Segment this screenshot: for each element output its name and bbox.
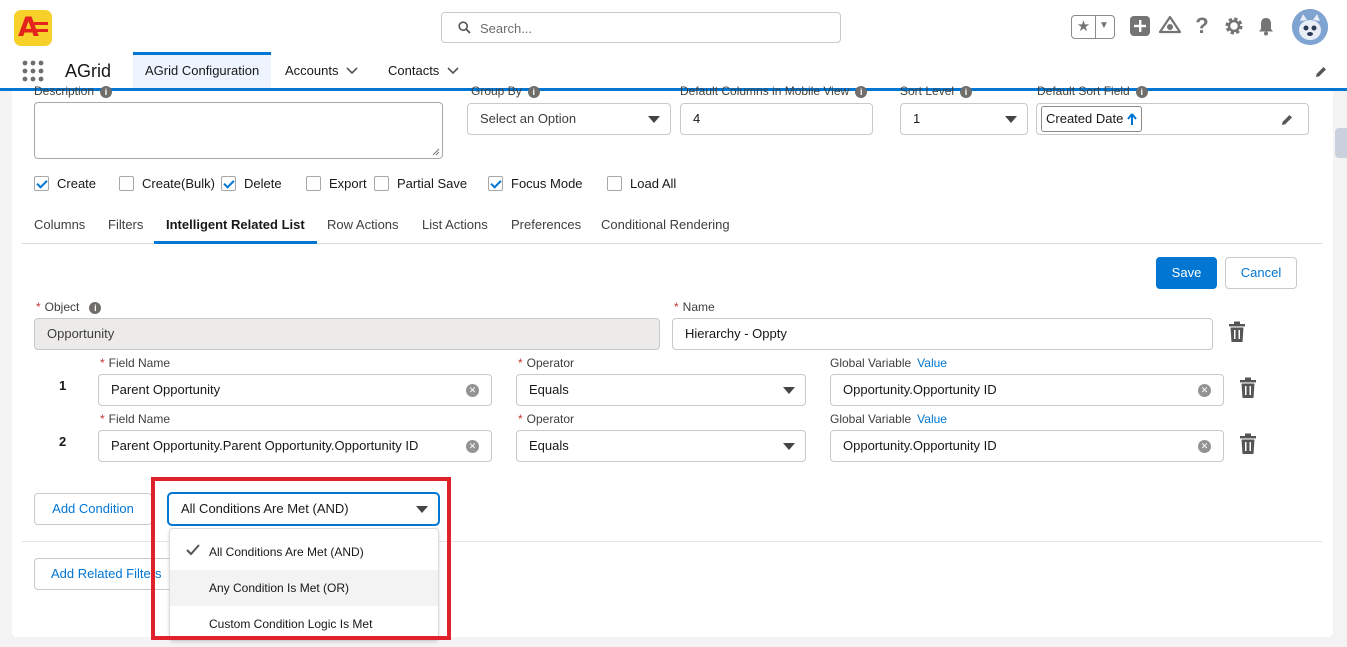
search-icon <box>458 21 471 34</box>
clear-icon[interactable]: ✕ <box>1198 384 1211 397</box>
app-name: AGrid <box>65 61 112 81</box>
value-link[interactable]: Value <box>917 412 947 426</box>
search-input[interactable] <box>480 18 820 38</box>
field-name-input[interactable]: Parent Opportunity.Parent Opportunity.Op… <box>98 430 492 462</box>
checkbox-export[interactable]: Export <box>306 175 367 193</box>
checkbox-partial-save[interactable]: Partial Save <box>374 175 467 193</box>
group-by-label: Group By i <box>471 84 540 98</box>
caret-down-icon <box>416 506 428 513</box>
edit-icon[interactable] <box>1280 113 1294 127</box>
name-input[interactable]: Hierarchy - Oppty <box>672 318 1213 350</box>
caret-down-icon <box>648 116 660 123</box>
checkbox-create-bulk[interactable]: Create(Bulk) <box>119 175 215 193</box>
condition-logic-listbox: All Conditions Are Met (AND) Any Conditi… <box>169 528 439 640</box>
info-icon: i <box>960 85 973 98</box>
info-icon: i <box>1135 85 1148 98</box>
delete-icon[interactable] <box>1239 433 1257 455</box>
add-icon[interactable] <box>1128 15 1152 39</box>
chevron-down-icon[interactable] <box>346 52 359 90</box>
tab-columns[interactable]: Columns <box>34 210 85 244</box>
sidebar-toggle[interactable] <box>1335 128 1347 158</box>
avatar[interactable] <box>1292 9 1328 45</box>
checkbox-create[interactable]: Create <box>34 175 96 193</box>
sort-field-pill[interactable]: Created Date <box>1041 106 1142 132</box>
default-columns-label: Default Columns in Mobile View i <box>680 84 868 98</box>
help-icon[interactable]: ? <box>1190 15 1214 39</box>
field-name-label: * Field Name <box>100 356 171 370</box>
description-label: Description i <box>34 84 113 98</box>
operator-label: * Operator <box>518 412 575 426</box>
option-any-condition[interactable]: Any Condition Is Met (OR) <box>170 570 438 606</box>
value-link[interactable]: Value <box>917 356 947 370</box>
name-label: * Name <box>674 300 715 314</box>
info-icon: i <box>89 301 102 314</box>
check-icon <box>186 534 200 570</box>
checkbox-focus-mode[interactable]: Focus Mode <box>488 175 583 193</box>
clear-icon[interactable]: ✕ <box>466 440 479 453</box>
checkbox-load-all[interactable]: Load All <box>607 175 676 193</box>
object-label: * Object i <box>36 300 102 314</box>
global-variable-label: Global Variable Value <box>830 412 947 426</box>
global-variable-input[interactable]: Opportunity.Opportunity ID ✕ <box>830 374 1224 406</box>
group-by-select[interactable]: Select an Option <box>467 103 671 135</box>
operator-select[interactable]: Equals <box>516 430 806 462</box>
clear-icon[interactable]: ✕ <box>1198 440 1211 453</box>
save-button[interactable]: Save <box>1156 257 1217 289</box>
sort-level-select[interactable]: 1 <box>900 103 1028 135</box>
info-icon: i <box>527 85 540 98</box>
bell-icon[interactable] <box>1254 15 1278 39</box>
app-launcher-icon[interactable] <box>22 60 44 85</box>
trailhead-icon[interactable] <box>1158 15 1182 39</box>
config-tabs: Columns Filters Intelligent Related List… <box>22 210 1322 244</box>
delete-icon[interactable] <box>1228 321 1246 343</box>
default-sort-field-input[interactable]: Created Date <box>1036 103 1309 135</box>
condition-logic-select[interactable]: All Conditions Are Met (AND) <box>168 493 439 525</box>
info-icon: i <box>100 85 113 98</box>
nav-tab-agrid-configuration[interactable]: AGrid Configuration <box>133 52 272 88</box>
tab-conditional-rendering[interactable]: Conditional Rendering <box>601 210 730 244</box>
global-variable-label: Global Variable Value <box>830 356 947 370</box>
nav-tab-contacts[interactable]: Contacts <box>388 52 459 88</box>
tab-list-actions[interactable]: List Actions <box>422 210 488 244</box>
sort-level-label: Sort Level i <box>900 84 973 98</box>
add-related-filters-button[interactable]: Add Related Filters <box>34 558 174 590</box>
object-input: Opportunity <box>34 318 660 350</box>
condition-number: 2 <box>59 434 67 449</box>
tab-intelligent-related-list[interactable]: Intelligent Related List <box>154 210 317 244</box>
caret-down-icon <box>1005 116 1017 123</box>
star-icon: ★ <box>1072 16 1096 38</box>
field-name-input[interactable]: Parent Opportunity ✕ <box>98 374 492 406</box>
global-variable-input[interactable]: Opportunity.Opportunity ID ✕ <box>830 430 1224 462</box>
default-sort-field-label: Default Sort Field i <box>1037 84 1148 98</box>
favorites-button[interactable]: ★ ▼ <box>1071 15 1115 39</box>
app-logo[interactable]: A <box>14 10 52 46</box>
tab-filters[interactable]: Filters <box>108 210 143 244</box>
caret-down-icon <box>783 387 795 394</box>
operator-label: * Operator <box>518 356 575 370</box>
description-textarea[interactable] <box>34 102 443 159</box>
edit-nav-icon[interactable] <box>1314 65 1328 82</box>
chevron-down-icon[interactable] <box>447 52 459 90</box>
arrow-up-icon[interactable] <box>1127 113 1137 126</box>
field-name-label: * Field Name <box>100 412 171 426</box>
global-header: A ★ ▼ ? <box>0 0 1347 52</box>
info-icon: i <box>855 85 868 98</box>
chevron-down-icon[interactable]: ▼ <box>1099 20 1109 31</box>
tab-row-actions[interactable]: Row Actions <box>327 210 399 244</box>
default-columns-input[interactable]: 4 <box>680 103 873 135</box>
caret-down-icon <box>783 443 795 450</box>
checkbox-delete[interactable]: Delete <box>221 175 282 193</box>
option-all-conditions[interactable]: All Conditions Are Met (AND) <box>170 534 438 570</box>
delete-icon[interactable] <box>1239 377 1257 399</box>
add-condition-button[interactable]: Add Condition <box>34 493 152 525</box>
nav-tab-accounts[interactable]: Accounts <box>285 52 359 90</box>
gear-icon[interactable] <box>1222 15 1246 39</box>
tab-preferences[interactable]: Preferences <box>511 210 581 244</box>
global-search[interactable] <box>441 12 841 43</box>
clear-icon[interactable]: ✕ <box>466 384 479 397</box>
cancel-button[interactable]: Cancel <box>1225 257 1297 289</box>
operator-select[interactable]: Equals <box>516 374 806 406</box>
option-custom-logic[interactable]: Custom Condition Logic Is Met <box>170 606 438 639</box>
condition-number: 1 <box>59 378 67 393</box>
